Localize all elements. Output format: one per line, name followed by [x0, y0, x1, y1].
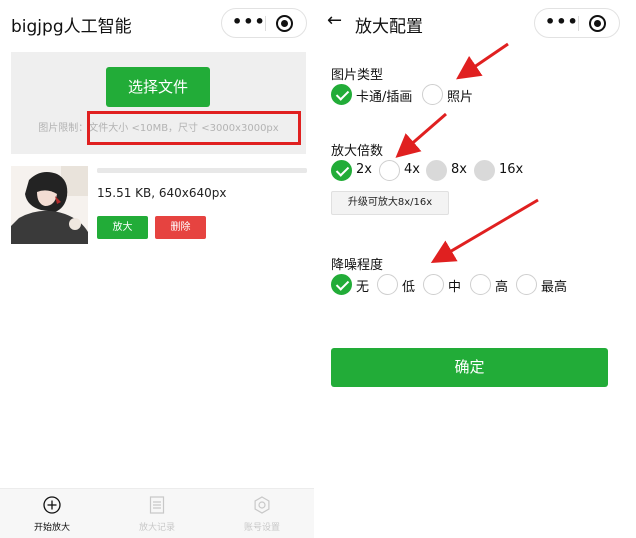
annotation-arrow-2 [395, 112, 447, 158]
annotation-arrows [395, 42, 539, 264]
annotation-arrow-1 [456, 42, 509, 80]
annotation-arrow-3 [430, 198, 539, 264]
